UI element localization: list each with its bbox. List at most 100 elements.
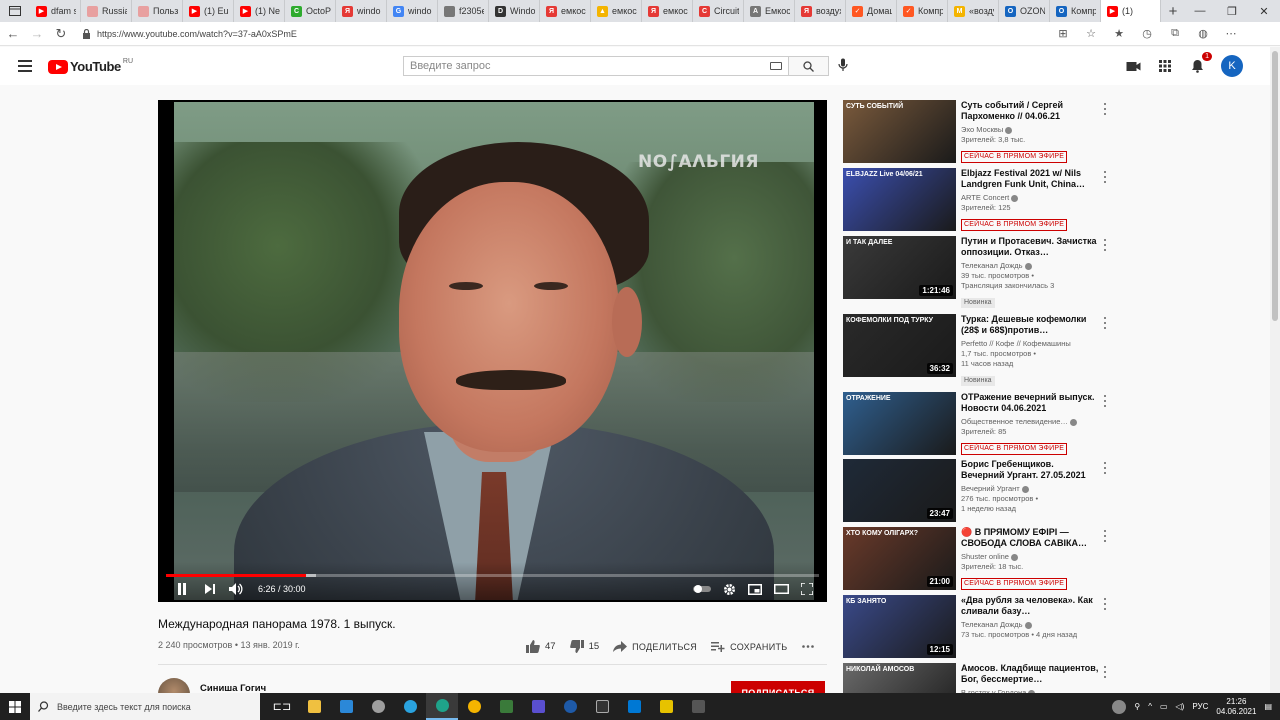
browser-tab[interactable]: Gwindo xyxy=(387,0,438,22)
browser-tab[interactable]: ✓ Компр xyxy=(897,0,948,22)
scrollbar-thumb[interactable] xyxy=(1272,51,1278,321)
recommended-video[interactable]: ОТРАЖЕНИЕ ОТРажение вечерний выпуск. Ново… xyxy=(843,392,1113,458)
dislike-button[interactable]: 15 xyxy=(569,640,599,653)
video-player[interactable]: NO∫ΑΛЬГИЯ 6:26 / 30:00 xyxy=(158,100,827,602)
taskbar-app-vscode[interactable] xyxy=(618,693,650,720)
search-button[interactable] xyxy=(789,56,829,76)
video-thumbnail[interactable]: КБ ЗАНЯТО 12:15 xyxy=(843,595,956,658)
taskbar-search[interactable]: Введите здесь текст для поиска xyxy=(30,693,260,720)
recommended-menu-button[interactable] xyxy=(1100,170,1110,184)
keyboard-language[interactable]: РУС xyxy=(1192,702,1208,711)
recommended-menu-button[interactable] xyxy=(1100,461,1110,475)
autoplay-toggle[interactable] xyxy=(693,578,711,600)
back-button[interactable]: ← xyxy=(2,23,24,45)
recommended-title[interactable]: Elbjazz Festival 2021 w/ Nils Landgren F… xyxy=(961,168,1099,190)
recommended-title[interactable]: Амосов. Кладбище пациентов, Бог, бессмер… xyxy=(961,663,1099,685)
taskbar-app-console[interactable] xyxy=(586,693,618,720)
create-button[interactable] xyxy=(1125,58,1141,74)
browser-tab[interactable]: Польз xyxy=(132,0,183,22)
taskbar-app-terminal[interactable] xyxy=(522,693,554,720)
recommended-menu-button[interactable] xyxy=(1100,316,1110,330)
forward-button[interactable]: → xyxy=(26,23,48,45)
miniplayer-button[interactable] xyxy=(748,578,762,600)
recommended-channel[interactable]: Эхо Москвы xyxy=(961,125,1099,135)
more-actions-button[interactable] xyxy=(801,645,814,648)
browser-tab[interactable]: f2305e xyxy=(438,0,489,22)
recommended-menu-button[interactable] xyxy=(1100,394,1110,408)
recommended-video[interactable]: НИКОЛАЙ АМОСОВ Амосов. Кладбище пациентов… xyxy=(843,663,1113,693)
recommended-video[interactable]: ХТО КОМУ ОЛІГАРХ? 21:00 🔴 В ПРЯМОМУ ЕФІРІ … xyxy=(843,527,1113,593)
speaker-icon[interactable]: ◁) xyxy=(1176,702,1185,711)
taskbar-app-telegram[interactable] xyxy=(394,693,426,720)
recommended-video[interactable]: СУТЬ СОБЫТИЙ Суть событий / Сергей Пархом… xyxy=(843,100,1113,166)
people-icon[interactable]: ⚲ xyxy=(1134,702,1140,711)
youtube-logo[interactable]: YouTube RU xyxy=(48,58,133,74)
browser-tab[interactable]: O OZON. xyxy=(999,0,1050,22)
taskbar-app-edge[interactable] xyxy=(426,693,458,720)
voice-search-button[interactable] xyxy=(838,58,848,77)
recommended-title[interactable]: 🔴 В ПРЯМОМУ ЕФІРІ — СВОБОДА СЛОВА САВІКА… xyxy=(961,527,1099,549)
search-input[interactable]: Введите запрос xyxy=(403,56,789,76)
save-button[interactable]: СОХРАНИТЬ xyxy=(711,641,787,652)
theater-mode-button[interactable] xyxy=(774,578,789,600)
browser-tab[interactable]: M «возду xyxy=(948,0,999,22)
browser-tab[interactable]: ▲ емкос xyxy=(591,0,642,22)
start-button[interactable] xyxy=(0,693,30,720)
taskbar-app-remote[interactable] xyxy=(554,693,586,720)
browser-tab[interactable]: A Емкос xyxy=(744,0,795,22)
tab-actions-button[interactable] xyxy=(0,0,30,22)
favorites-add-icon[interactable]: ☆ xyxy=(1082,25,1100,43)
recommended-channel[interactable]: Общественное телевидение… xyxy=(961,417,1099,427)
profile-icon[interactable]: ◍ xyxy=(1194,25,1212,43)
browser-tab[interactable]: C Circuit xyxy=(693,0,744,22)
browser-tab[interactable]: ▶ (1) Nev xyxy=(234,0,285,22)
favorites-icon[interactable]: ★ xyxy=(1110,25,1128,43)
recommended-title[interactable]: Суть событий / Сергей Пархоменко // 04.0… xyxy=(961,100,1099,122)
video-thumbnail[interactable]: СУТЬ СОБЫТИЙ xyxy=(843,100,956,163)
recommended-menu-button[interactable] xyxy=(1100,238,1110,252)
browser-tab[interactable]: O Компр xyxy=(1050,0,1101,22)
refresh-button[interactable]: ↻ xyxy=(50,23,72,45)
pause-button[interactable] xyxy=(166,578,198,600)
tray-chevron-icon[interactable]: ^ xyxy=(1148,702,1152,711)
recommended-channel[interactable]: Shuster online xyxy=(961,552,1099,562)
recommended-video[interactable]: КБ ЗАНЯТО 12:15 «Два рубля за человека». К… xyxy=(843,595,1113,661)
taskbar-app-tools[interactable] xyxy=(682,693,714,720)
notification-center-icon[interactable]: ▤ xyxy=(1264,702,1272,711)
browser-tab[interactable]: ✓ Домаш xyxy=(846,0,897,22)
recommended-channel[interactable]: Perfetto // Кофе // Кофемашины xyxy=(961,339,1099,349)
browser-tab[interactable]: ▶ dfam s xyxy=(30,0,81,22)
clock[interactable]: 21:26 04.06.2021 xyxy=(1216,697,1256,717)
recommended-title[interactable]: Путин и Протасевич. Зачистка оппозиции. … xyxy=(961,236,1099,258)
recommended-channel[interactable]: ARTE Concert xyxy=(961,193,1099,203)
video-thumbnail[interactable]: НИКОЛАЙ АМОСОВ xyxy=(843,663,956,693)
minimize-button[interactable]: — xyxy=(1184,0,1216,22)
taskbar-app-mail[interactable] xyxy=(330,693,362,720)
progress-bar[interactable] xyxy=(166,574,819,577)
url-field[interactable]: https://www.youtube.com/watch?v=37-aA0xS… xyxy=(82,28,1054,39)
maximize-button[interactable]: ❐ xyxy=(1216,0,1248,22)
browser-tab[interactable]: Яwindo xyxy=(336,0,387,22)
recommended-title[interactable]: Турка: Дешевые кофемолки (28$ и 68$)прот… xyxy=(961,314,1099,336)
recommended-video[interactable]: 23:47 Борис Гребенщиков. Вечерний Ургант.… xyxy=(843,459,1113,525)
video-thumbnail[interactable]: КОФЕМОЛКИ ПОД ТУРКУ 36:32 xyxy=(843,314,956,377)
like-button[interactable]: 47 xyxy=(526,640,556,653)
share-button[interactable]: ПОДЕЛИТЬСЯ xyxy=(613,641,697,652)
apps-icon[interactable]: ⊞ xyxy=(1054,25,1072,43)
history-icon[interactable]: ◷ xyxy=(1138,25,1156,43)
recommended-title[interactable]: ОТРажение вечерний выпуск. Новости 04.06… xyxy=(961,392,1099,414)
browser-tab[interactable]: Russiar xyxy=(81,0,132,22)
taskbar-app-chart[interactable] xyxy=(490,693,522,720)
apps-grid-button[interactable] xyxy=(1157,58,1173,74)
page-scrollbar[interactable] xyxy=(1270,47,1280,693)
menu-icon[interactable] xyxy=(18,60,32,72)
recommended-title[interactable]: «Два рубля за человека». Как сливали баз… xyxy=(961,595,1099,617)
recommended-channel[interactable]: Телеканал Дождь xyxy=(961,620,1099,630)
collections-icon[interactable]: ⧉ xyxy=(1166,25,1184,43)
video-thumbnail[interactable]: ОТРАЖЕНИЕ xyxy=(843,392,956,455)
browser-tab[interactable]: ▶ (1) Euro xyxy=(183,0,234,22)
recommended-video[interactable]: КОФЕМОЛКИ ПОД ТУРКУ 36:32 Турка: Дешевые к… xyxy=(843,314,1113,386)
recommended-video[interactable]: И ТАК ДАЛЕЕ 1:21:46 Путин и Протасевич. За… xyxy=(843,236,1113,308)
recommended-menu-button[interactable] xyxy=(1100,102,1110,116)
close-window-button[interactable]: ✕ xyxy=(1248,0,1280,22)
